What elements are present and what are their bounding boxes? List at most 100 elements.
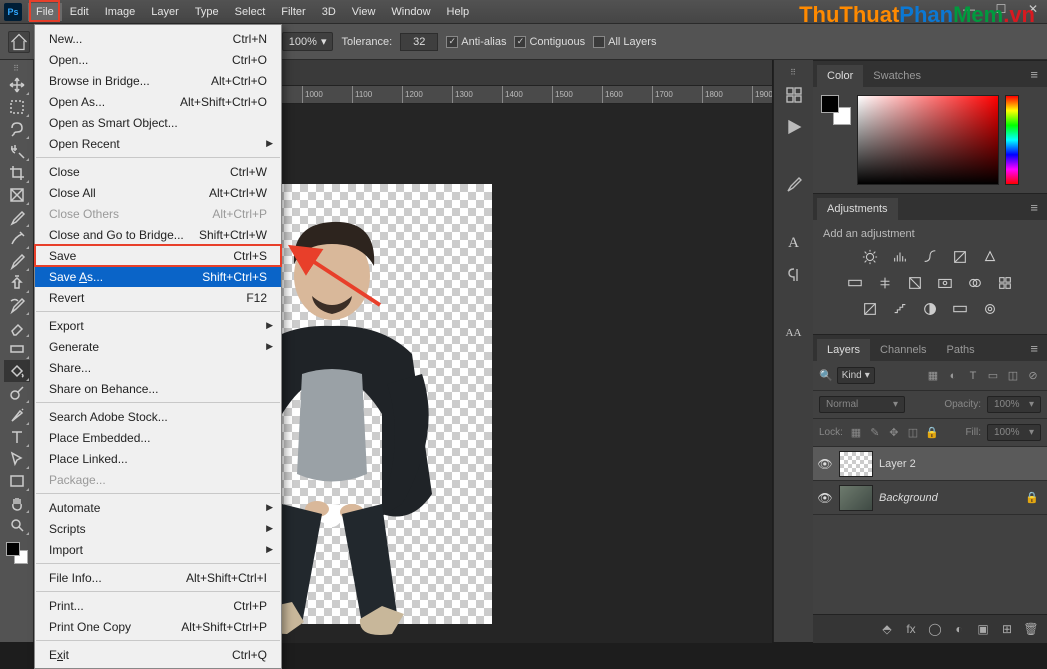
- delete-layer-icon[interactable]: 🗑: [1023, 621, 1039, 637]
- channel-mixer-icon[interactable]: [965, 274, 985, 292]
- swatches-panel-icon[interactable]: [779, 82, 809, 108]
- menu-filter[interactable]: Filter: [273, 3, 313, 21]
- rectangle-tool[interactable]: [4, 470, 30, 492]
- color-lookup-icon[interactable]: [995, 274, 1015, 292]
- tab-adjustments[interactable]: Adjustments: [817, 198, 898, 220]
- new-layer-icon[interactable]: ⊞: [999, 621, 1015, 637]
- frame-tool[interactable]: [4, 184, 30, 206]
- menu-item-place-embedded[interactable]: Place Embedded...: [35, 427, 281, 448]
- fgbg-swatch[interactable]: [4, 540, 30, 566]
- menu-item-save-as[interactable]: Save As...Shift+Ctrl+S: [35, 266, 281, 287]
- layer-opacity-input[interactable]: 100%▾: [987, 396, 1041, 413]
- move-tool[interactable]: [4, 74, 30, 96]
- filter-adjust-icon[interactable]: ◐: [945, 368, 961, 384]
- tab-swatches[interactable]: Swatches: [863, 65, 931, 87]
- vibrance-icon[interactable]: [980, 248, 1000, 266]
- menu-item-export[interactable]: Export▶: [35, 315, 281, 336]
- layer-row[interactable]: 👁Background🔒: [813, 481, 1047, 515]
- menu-item-revert[interactable]: RevertF12: [35, 287, 281, 308]
- brush-panel-icon[interactable]: [779, 172, 809, 198]
- threshold-icon[interactable]: [920, 300, 940, 318]
- hue-icon[interactable]: [845, 274, 865, 292]
- menu-item-new[interactable]: New...Ctrl+N: [35, 28, 281, 49]
- layer-filter-select[interactable]: Kind ▾: [837, 367, 875, 384]
- hand-tool[interactable]: [4, 492, 30, 514]
- menu-item-import[interactable]: Import▶: [35, 539, 281, 560]
- menu-item-save[interactable]: SaveCtrl+S: [35, 245, 281, 266]
- hue-slider[interactable]: [1005, 95, 1019, 185]
- visibility-toggle[interactable]: 👁: [817, 457, 833, 471]
- menu-item-automate[interactable]: Automate▶: [35, 497, 281, 518]
- menu-select[interactable]: Select: [227, 3, 274, 21]
- panel-menu-icon[interactable]: ≡: [1025, 62, 1043, 87]
- blend-mode-select[interactable]: Normal▾: [819, 396, 905, 413]
- paint-bucket-tool[interactable]: [4, 360, 30, 382]
- filter-type-icon[interactable]: T: [965, 368, 981, 384]
- menu-window[interactable]: Window: [383, 3, 438, 21]
- eyedropper-tool[interactable]: [4, 206, 30, 228]
- menu-edit[interactable]: Edit: [62, 3, 97, 21]
- lock-pixels-icon[interactable]: ▦: [849, 426, 863, 440]
- type-tool[interactable]: [4, 426, 30, 448]
- exposure-icon[interactable]: [950, 248, 970, 266]
- menu-item-print[interactable]: Print...Ctrl+P: [35, 595, 281, 616]
- home-button[interactable]: [8, 31, 30, 53]
- menu-item-close[interactable]: CloseCtrl+W: [35, 161, 281, 182]
- invert-icon[interactable]: [860, 300, 880, 318]
- menu-item-share[interactable]: Share...: [35, 357, 281, 378]
- filter-smart-icon[interactable]: ◫: [1005, 368, 1021, 384]
- color-balance-icon[interactable]: [875, 274, 895, 292]
- menu-item-close-and-go-to-bridge[interactable]: Close and Go to Bridge...Shift+Ctrl+W: [35, 224, 281, 245]
- filter-pixel-icon[interactable]: ▦: [925, 368, 941, 384]
- menu-help[interactable]: Help: [439, 3, 478, 21]
- selective-color-icon[interactable]: [980, 300, 1000, 318]
- menu-image[interactable]: Image: [97, 3, 144, 21]
- path-select-tool[interactable]: [4, 448, 30, 470]
- layer-name[interactable]: Background: [879, 492, 1019, 504]
- filter-toggle-icon[interactable]: ⊘: [1025, 368, 1041, 384]
- actions-panel-icon[interactable]: [779, 114, 809, 140]
- new-fill-layer-icon[interactable]: ◐: [951, 621, 967, 637]
- new-group-icon[interactable]: ▣: [975, 621, 991, 637]
- tab-layers[interactable]: Layers: [817, 339, 870, 361]
- panel-menu-icon[interactable]: ≡: [1025, 336, 1043, 361]
- menu-item-share-on-behance[interactable]: Share on Behance...: [35, 378, 281, 399]
- layer-mask-icon[interactable]: ◯: [927, 621, 943, 637]
- tab-channels[interactable]: Channels: [870, 339, 936, 361]
- layer-thumbnail[interactable]: [839, 451, 873, 477]
- spot-heal-tool[interactable]: [4, 228, 30, 250]
- curves-icon[interactable]: [920, 248, 940, 266]
- contiguous-checkbox[interactable]: Contiguous: [514, 36, 585, 48]
- history-brush-tool[interactable]: [4, 294, 30, 316]
- bw-icon[interactable]: [905, 274, 925, 292]
- menu-3d[interactable]: 3D: [314, 3, 344, 21]
- lasso-tool[interactable]: [4, 118, 30, 140]
- anti-alias-checkbox[interactable]: Anti-alias: [446, 36, 506, 48]
- opacity-select[interactable]: 100% ▾: [282, 32, 334, 51]
- rect-marquee-tool[interactable]: [4, 96, 30, 118]
- gradient-tool[interactable]: [4, 338, 30, 360]
- layer-thumbnail[interactable]: [839, 485, 873, 511]
- dodge-tool[interactable]: [4, 382, 30, 404]
- menu-item-open-as-smart-object[interactable]: Open as Smart Object...: [35, 112, 281, 133]
- tab-color[interactable]: Color: [817, 65, 863, 87]
- lock-all-icon[interactable]: 🔒: [925, 426, 939, 440]
- tab-paths[interactable]: Paths: [937, 339, 985, 361]
- menu-item-open[interactable]: Open...Ctrl+O: [35, 49, 281, 70]
- lock-position-icon[interactable]: ✥: [887, 426, 901, 440]
- color-fgbg-swatch[interactable]: [821, 95, 851, 125]
- levels-icon[interactable]: [890, 248, 910, 266]
- brush-tool[interactable]: [4, 250, 30, 272]
- quick-select-tool[interactable]: [4, 140, 30, 162]
- menu-item-exit[interactable]: ExitCtrl+Q: [35, 644, 281, 665]
- posterize-icon[interactable]: [890, 300, 910, 318]
- link-layers-icon[interactable]: ⬘: [879, 621, 895, 637]
- character-panel-icon[interactable]: A: [779, 230, 809, 256]
- menu-item-open-recent[interactable]: Open Recent▶: [35, 133, 281, 154]
- lock-brush-icon[interactable]: ✎: [868, 426, 882, 440]
- crop-tool[interactable]: [4, 162, 30, 184]
- lock-artboard-icon[interactable]: ◫: [906, 426, 920, 440]
- tolerance-input[interactable]: [400, 33, 438, 51]
- menu-view[interactable]: View: [344, 3, 384, 21]
- menu-item-browse-in-bridge[interactable]: Browse in Bridge...Alt+Ctrl+O: [35, 70, 281, 91]
